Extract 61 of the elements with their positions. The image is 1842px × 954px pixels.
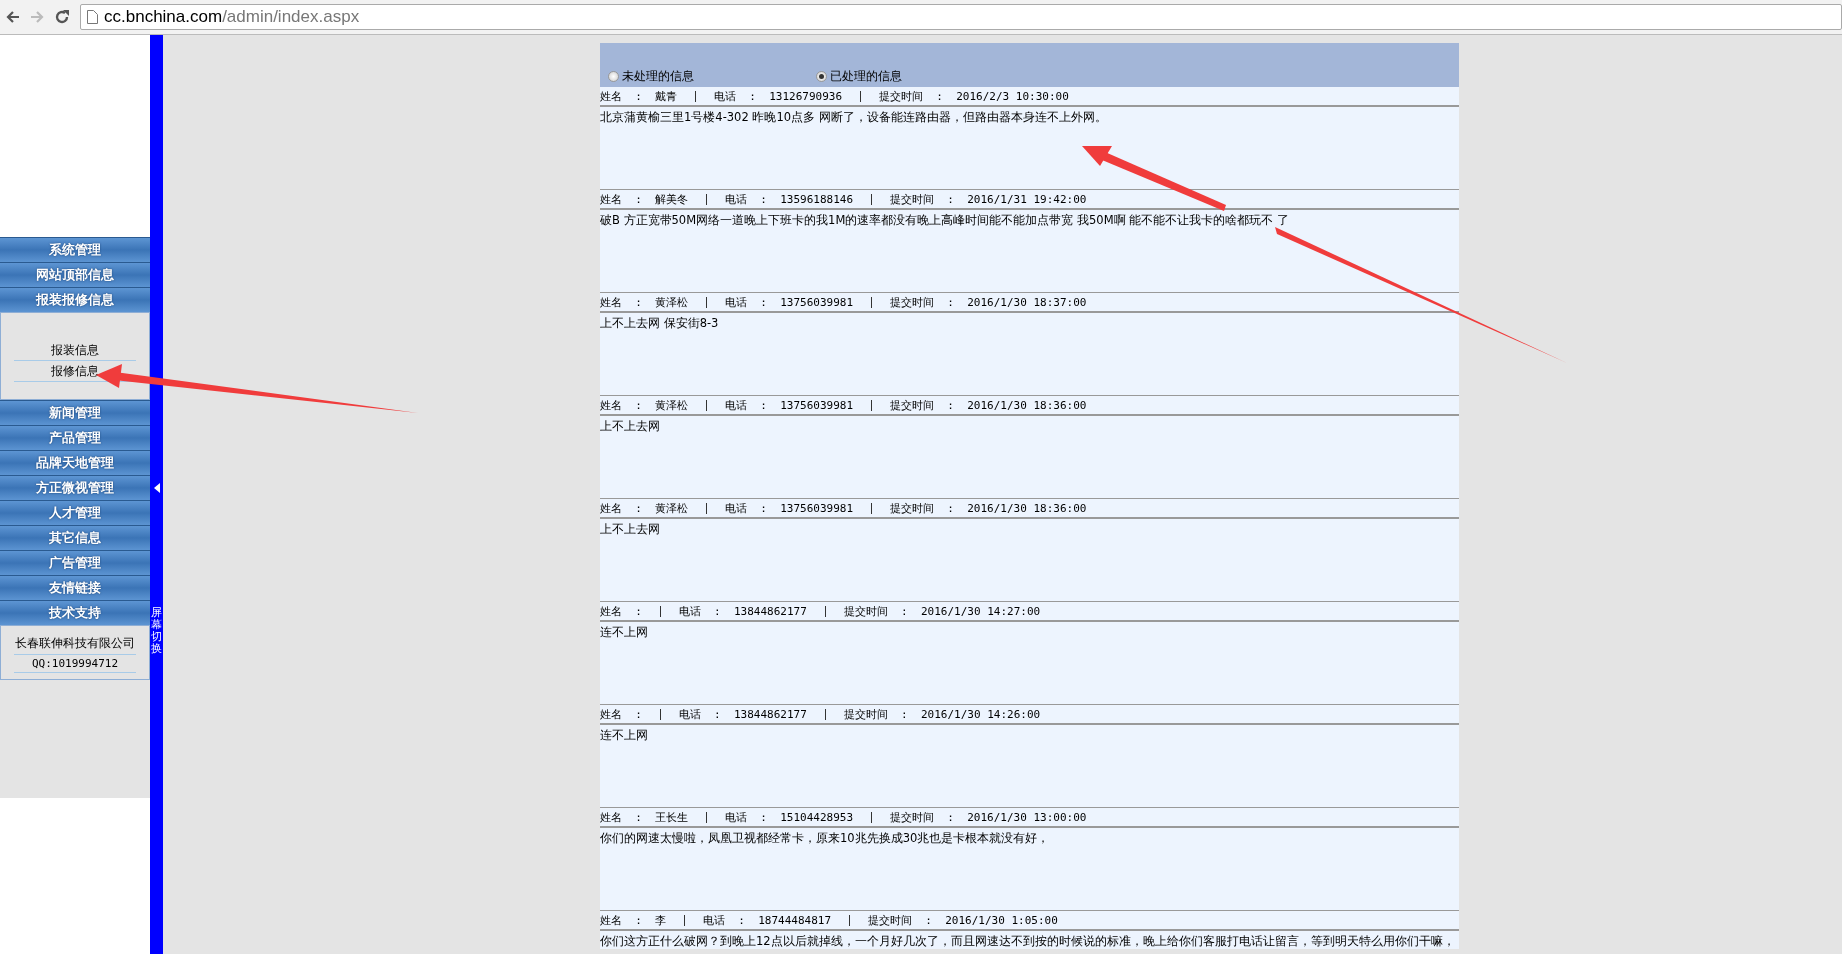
radio-button[interactable]	[608, 71, 619, 82]
menu-button[interactable]: 报装报修信息	[0, 287, 150, 312]
phone-text: 电话 : 13756039981	[706, 502, 872, 514]
submit-time-text: 提交时间 : 2016/1/31 19:42:00	[871, 193, 1105, 205]
phone-text: 电话 : 13126790936	[695, 90, 861, 102]
radio-button[interactable]	[816, 71, 827, 82]
menu-button[interactable]: 方正微视管理	[0, 475, 150, 500]
menu-button[interactable]: 技术支持	[0, 600, 150, 625]
message-text: 上不上去网	[600, 522, 660, 536]
submit-time-text: 提交时间 : 2016/1/30 18:36:00	[871, 502, 1105, 514]
submit-time-text: 提交时间 : 2016/1/30 14:27:00	[824, 605, 1059, 617]
submit-time-text: 提交时间 : 2016/1/30 14:26:00	[824, 708, 1059, 720]
message-text: 北京蒲黄榆三里1号楼4-302 昨晚10点多 网断了，设备能连路由器，但路由器本身连不上外网。	[600, 110, 1107, 124]
phone-text: 电话 : 13596188146	[706, 193, 872, 205]
message-text: 你们这方正什么破网？到晚上12点以后就掉线，一个月好几次了，而且网速达不到按的时候说的标准，晚上给你们客服打电话让留言，等到明天特么用你们干嘛，	[600, 934, 1455, 948]
name-text: 姓名 : 解美冬	[600, 191, 690, 207]
name-text: 姓名 : 黄泽松	[600, 294, 690, 310]
submit-time-text: 提交时间 : 2016/1/30 18:36:00	[871, 399, 1105, 411]
address-bar[interactable]: cc.bnchina.com/admin/index.aspx	[80, 4, 1842, 30]
message-text: 上不上去网 保安街8-3	[600, 316, 719, 330]
submenu-link[interactable]: 报装信息	[14, 340, 136, 361]
collapse-icon[interactable]	[153, 483, 160, 493]
message-text: 破B 方正宽带50M网络一道晚上下班卡的我1M的速率都没有晚上高峰时间能不能加点带宽 我50M啊 能不能不让我卡的啥都玩不 了	[600, 213, 1289, 227]
menu-button[interactable]: 网站顶部信息	[0, 262, 150, 287]
name-text: 姓名 :	[600, 706, 643, 722]
name-text: 姓名 : 戴青	[600, 88, 679, 104]
menu-button[interactable]: 系统管理	[0, 237, 150, 262]
submit-time-text: 提交时间 : 2016/1/30 18:37:00	[871, 296, 1105, 308]
phone-text: 电话 : 18744484817	[684, 914, 850, 926]
company-name: 长春联伸科技有限公司	[14, 632, 136, 655]
back-icon[interactable]	[6, 10, 20, 24]
name-text: 姓名 : 黄泽松	[600, 397, 690, 413]
name-text: 姓名 : 李	[600, 912, 668, 928]
page-icon	[87, 10, 98, 24]
name-text: 姓名 : 黄泽松	[600, 500, 690, 516]
submit-time-text: 提交时间 : 2016/1/30 1:05:00	[849, 914, 1076, 926]
phone-text: 电话 : 15104428953	[706, 811, 872, 823]
name-text: 姓名 :	[600, 603, 643, 619]
phone-text: 电话 : 13844862177	[659, 708, 825, 720]
menu-button[interactable]: 人才管理	[0, 500, 150, 525]
reload-icon[interactable]	[54, 9, 70, 25]
name-text: 姓名 : 王长生	[600, 809, 690, 825]
message-text: 连不上网	[600, 625, 648, 639]
phone-text: 电话 : 13844862177	[659, 605, 825, 617]
menu-button[interactable]: 产品管理	[0, 425, 150, 450]
radio-label: 已处理的信息	[830, 68, 902, 85]
phone-text: 电话 : 13756039981	[706, 296, 872, 308]
menu-button[interactable]: 广告管理	[0, 550, 150, 575]
submit-time-text: 提交时间 : 2016/1/30 13:00:00	[871, 811, 1105, 823]
qq-contact: QQ:1019994712	[14, 654, 136, 673]
screen-toggle-label[interactable]: 屏幕切换	[151, 607, 162, 656]
menu-button[interactable]: 其它信息	[0, 525, 150, 550]
submit-time-text: 提交时间 : 2016/2/3 10:30:00	[860, 90, 1087, 102]
menu-button[interactable]: 友情链接	[0, 575, 150, 600]
message-text: 上不上去网	[600, 419, 660, 433]
message-text: 连不上网	[600, 728, 648, 742]
menu-button[interactable]: 品牌天地管理	[0, 450, 150, 475]
phone-text: 电话 : 13756039981	[706, 399, 872, 411]
menu-button[interactable]: 新闻管理	[0, 400, 150, 425]
message-text: 你们的网速太慢啦，凤凰卫视都经常卡，原来10兆先换成30兆也是卡根本就没有好，	[600, 831, 1050, 845]
radio-label: 未处理的信息	[622, 68, 694, 85]
